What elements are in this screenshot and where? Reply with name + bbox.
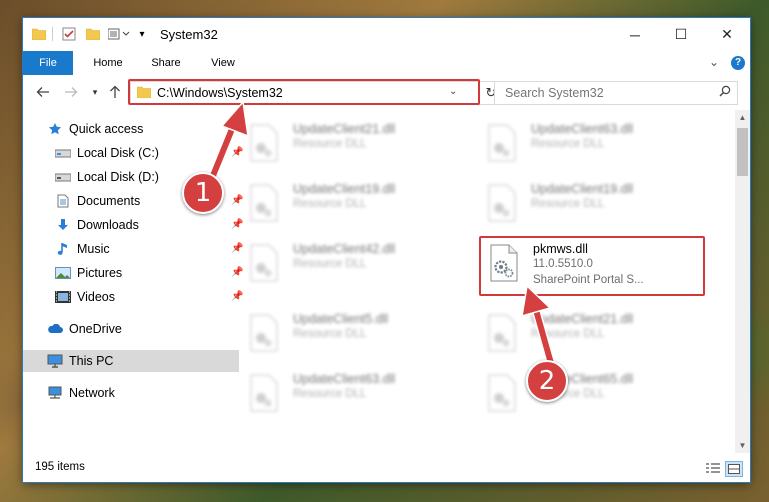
file-type: Resource DLL (293, 328, 367, 340)
file-name: UpdateClient42.dll (293, 242, 396, 256)
file-type: Resource DLL (293, 388, 367, 400)
search-input[interactable] (503, 85, 707, 101)
file-name: UpdateClient63.dll (531, 122, 634, 136)
nav-label: This PC (69, 354, 114, 368)
address-highlight-box (128, 79, 480, 105)
nav-label: OneDrive (69, 322, 122, 336)
ribbon-tabs: File Home Share View ⌄ ? (23, 51, 750, 101)
file-type: Resource DLL (531, 198, 605, 210)
nav-label: Local Disk (C:) (77, 146, 159, 160)
minimize-button[interactable]: ─ (612, 18, 658, 51)
ribbon-expand-icon[interactable]: ⌄ (709, 55, 719, 69)
large-icons-view-icon[interactable] (725, 461, 743, 477)
nav-network[interactable]: Network (23, 382, 239, 404)
nav-music[interactable]: Music 📌 (23, 238, 247, 260)
nav-onedrive[interactable]: OneDrive (23, 318, 239, 340)
nav-label: Music (77, 242, 110, 256)
nav-pictures[interactable]: Pictures 📌 (23, 262, 247, 284)
nav-label: Documents (77, 194, 141, 208)
forward-arrow-icon[interactable] (63, 84, 79, 100)
quick-access-dropdown-icon[interactable]: ▾ (136, 26, 148, 42)
tab-home[interactable]: Home (83, 51, 133, 75)
help-icon[interactable]: ? (731, 56, 745, 70)
address-row: ▾ C:\Windows\System32 ⌄ ↻ (23, 75, 750, 110)
file-name: UpdateClient5.dll (293, 312, 389, 326)
computer-icon (47, 353, 63, 369)
properties-icon[interactable] (61, 26, 77, 42)
pictures-icon (55, 265, 71, 281)
folder-icon (32, 26, 46, 42)
scroll-down-icon[interactable]: ▼ (735, 438, 750, 453)
nav-this-pc[interactable]: This PC (23, 350, 239, 372)
title-bar: ▾ System32 ─ ☐ ✕ (23, 18, 750, 51)
recent-locations-icon[interactable]: ▾ (87, 84, 103, 100)
file-name: UpdateClient19.dll (293, 182, 396, 196)
download-arrow-icon (55, 217, 71, 233)
file-item[interactable]: UpdateClient19.dll Resource DLL (479, 178, 709, 228)
explorer-window: ▾ System32 ─ ☐ ✕ File Home Share View ⌄ … (23, 18, 750, 482)
network-icon (47, 385, 63, 401)
new-folder-icon[interactable] (85, 26, 101, 42)
file-type: Resource DLL (293, 198, 367, 210)
file-item[interactable]: UpdateClient42.dll Resource DLL (241, 238, 471, 288)
dll-file-icon (488, 184, 516, 222)
item-count: 195 items (35, 461, 85, 473)
documents-icon (55, 193, 71, 209)
dll-file-icon (488, 124, 516, 162)
dll-file-icon (250, 244, 278, 282)
file-item[interactable]: UpdateClient63.dll Resource DLL (241, 368, 471, 418)
customize-toolbar-icon[interactable] (107, 26, 131, 42)
tab-share[interactable]: Share (141, 51, 191, 75)
title-separator (52, 27, 53, 41)
file-type: Resource DLL (531, 138, 605, 150)
file-item[interactable]: UpdateClient63.dll Resource DLL (479, 118, 709, 168)
nav-downloads[interactable]: Downloads 📌 (23, 214, 247, 236)
cloud-icon (47, 321, 63, 337)
search-box[interactable] (494, 81, 738, 105)
nav-videos[interactable]: Videos 📌 (23, 286, 247, 308)
film-strip-icon (55, 289, 71, 305)
scroll-up-icon[interactable]: ▲ (735, 110, 750, 125)
dll-file-icon (488, 314, 516, 352)
nav-label: Network (69, 386, 115, 400)
scroll-thumb[interactable] (737, 128, 748, 176)
maximize-button[interactable]: ☐ (658, 18, 704, 51)
drive-icon (55, 145, 71, 161)
callout-1-badge: 1 (182, 172, 224, 214)
back-arrow-icon[interactable] (35, 84, 51, 100)
window-title: System32 (160, 27, 218, 42)
file-item[interactable]: UpdateClient19.dll Resource DLL (241, 178, 471, 228)
nav-label: Quick access (69, 122, 144, 136)
close-button[interactable]: ✕ (704, 18, 750, 51)
file-item[interactable]: UpdateClient21.dll Resource DLL (241, 118, 471, 168)
search-icon[interactable] (719, 85, 731, 100)
music-note-icon (55, 241, 71, 257)
file-highlight-box (479, 236, 705, 296)
dll-file-icon (250, 314, 278, 352)
drive-icon (55, 169, 71, 185)
dll-file-icon (488, 374, 516, 412)
details-view-icon[interactable] (705, 461, 721, 475)
file-type: Resource DLL (293, 138, 367, 150)
nav-label: Pictures (77, 266, 123, 280)
tab-view[interactable]: View (198, 51, 248, 75)
vertical-scrollbar[interactable]: ▲ ▼ (735, 110, 750, 453)
up-arrow-icon[interactable] (107, 84, 123, 100)
nav-label: Videos (77, 290, 115, 304)
file-name: UpdateClient63.dll (293, 372, 396, 386)
navigation-pane: Quick access Local Disk (C:) 📌 Local Dis… (23, 110, 243, 453)
callout-2-badge: 2 (526, 360, 568, 402)
star-icon (47, 121, 63, 137)
status-bar: 195 items (23, 453, 750, 482)
nav-label: Downloads (77, 218, 139, 232)
file-type: Resource DLL (293, 258, 367, 270)
nav-label: Local Disk (D:) (77, 170, 159, 184)
file-name: UpdateClient21.dll (293, 122, 396, 136)
file-name: UpdateClient19.dll (531, 182, 634, 196)
file-item[interactable]: UpdateClient5.dll Resource DLL (241, 308, 471, 358)
dll-file-icon (250, 374, 278, 412)
